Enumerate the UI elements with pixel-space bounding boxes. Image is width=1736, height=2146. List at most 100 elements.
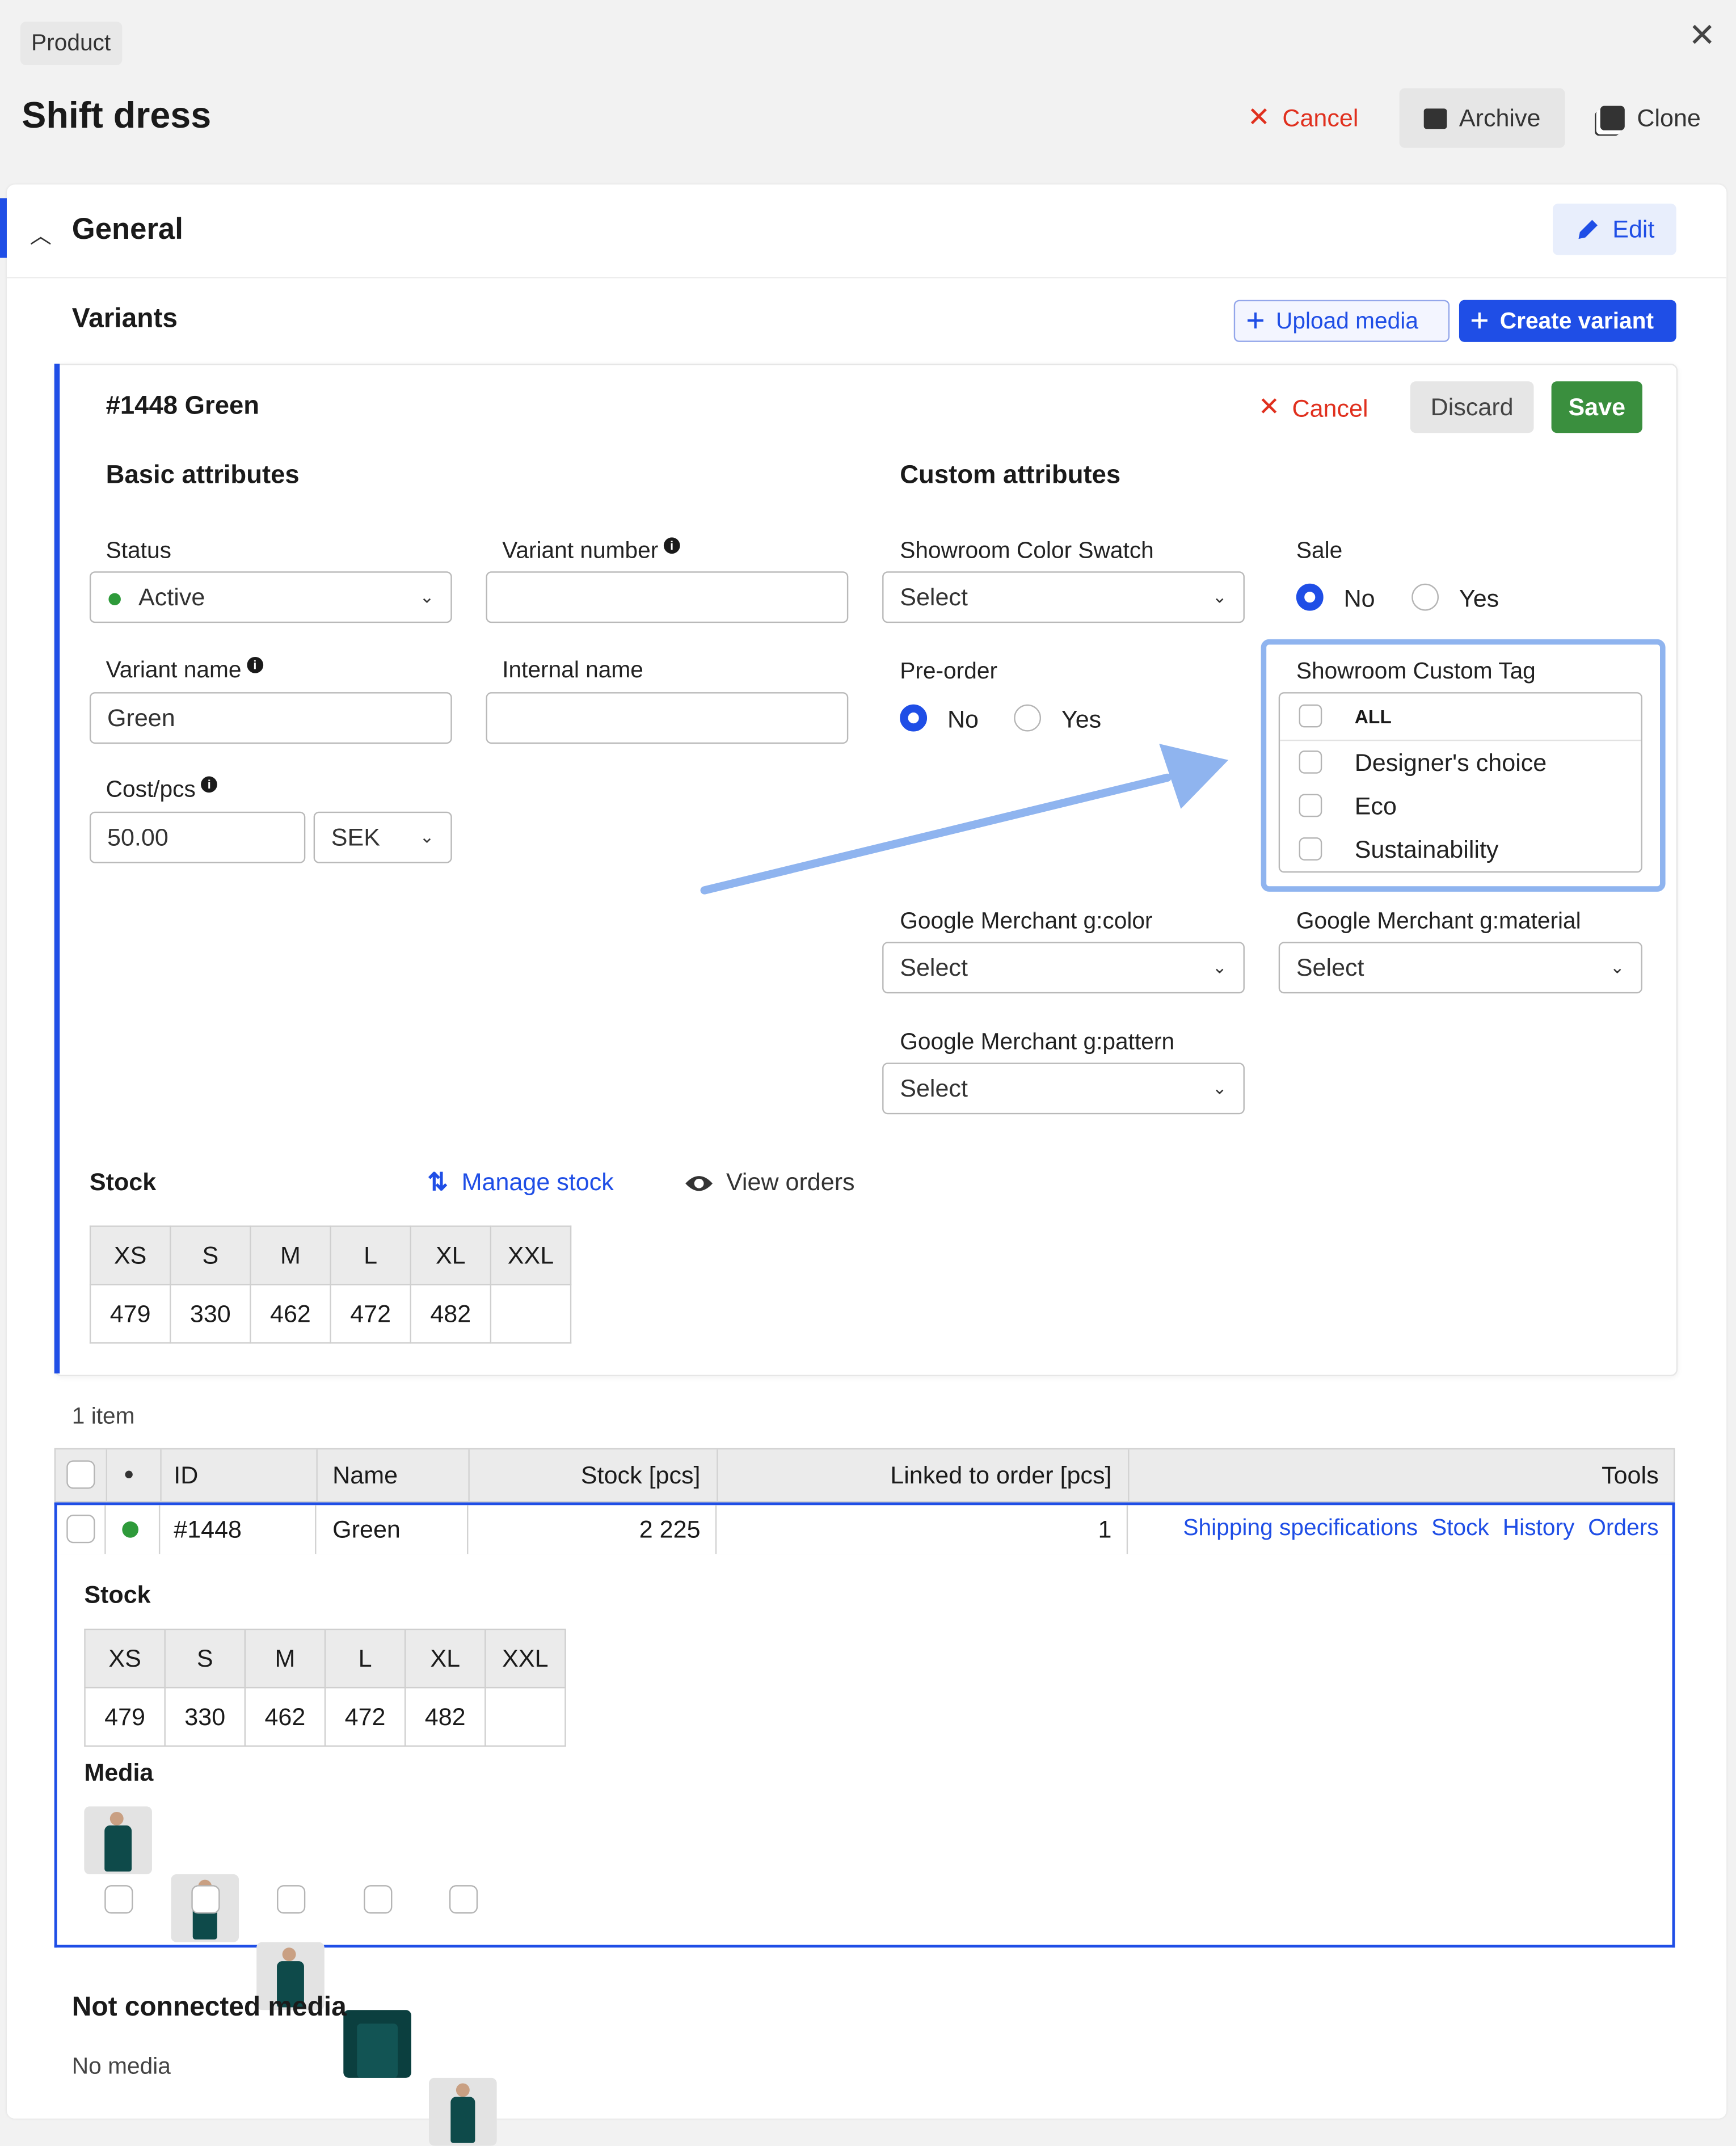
general-section-header[interactable] (6, 184, 1727, 279)
archive-button[interactable]: Archive (1399, 88, 1565, 148)
stock-link[interactable]: Stock (1431, 1515, 1489, 1542)
upload-media-button[interactable]: + Upload media (1233, 300, 1450, 342)
stock-xxl (484, 1687, 566, 1747)
manage-stock-link[interactable]: ⇅ Manage stock (428, 1169, 614, 1197)
status-select[interactable]: Active ⌄ (89, 571, 452, 623)
sale-yes-radio[interactable] (1411, 583, 1439, 611)
variant-number-label: Variant number i (502, 537, 680, 564)
chevron-down-icon: ⌄ (1212, 956, 1227, 977)
header-stock[interactable]: Stock [pcs] (468, 1462, 701, 1490)
size-s: S (170, 1225, 251, 1285)
chevron-up-icon[interactable]: ︿ (30, 217, 52, 250)
divider (1280, 739, 1641, 741)
info-icon[interactable]: i (201, 776, 218, 793)
stock-title: Stock (89, 1168, 157, 1196)
row-checkbox[interactable] (66, 1515, 95, 1544)
media-thumbnail[interactable] (343, 2010, 411, 2078)
close-icon: ✕ (1258, 393, 1280, 423)
view-orders-label: View orders (726, 1168, 855, 1196)
row-name: Green (332, 1516, 401, 1544)
shipping-specifications-link[interactable]: Shipping specifications (1183, 1515, 1418, 1542)
gcolor-select[interactable]: Select ⌄ (882, 942, 1245, 994)
tag-designers-choice-checkbox[interactable] (1299, 751, 1322, 774)
history-link[interactable]: History (1503, 1515, 1575, 1542)
clone-label: Clone (1637, 104, 1701, 132)
tag-all-label: ALL (1354, 706, 1392, 728)
select-all-checkbox[interactable] (66, 1460, 95, 1489)
stock-size-row: XS S M L XL XXL (84, 1628, 566, 1689)
tag-eco-checkbox[interactable] (1299, 794, 1322, 817)
cancel-button[interactable]: ✕ Cancel (1248, 88, 1359, 148)
swatch-value: Select (900, 583, 968, 611)
close-icon: ✕ (1247, 103, 1270, 133)
media-checkbox[interactable] (449, 1885, 478, 1914)
info-icon[interactable]: i (247, 656, 263, 673)
status-value: Active (138, 583, 205, 611)
info-icon[interactable]: i (663, 537, 680, 554)
manage-stock-label: Manage stock (461, 1168, 614, 1196)
plus-icon: + (1246, 302, 1265, 339)
save-button[interactable]: Save (1551, 381, 1642, 433)
variant-cancel-button[interactable]: ✕ Cancel (1258, 380, 1368, 437)
stock-xs: 479 (89, 1284, 171, 1344)
media-checkbox[interactable] (191, 1885, 220, 1914)
discard-button[interactable]: Discard (1410, 381, 1534, 433)
page-title: Shift dress (22, 95, 212, 136)
currency-select[interactable]: SEK ⌄ (313, 811, 452, 863)
variant-name-input[interactable]: Green (89, 692, 452, 744)
media-checkbox[interactable] (277, 1885, 306, 1914)
stock-m: 462 (250, 1284, 331, 1344)
archive-icon (1423, 108, 1447, 129)
preorder-label: Pre-order (900, 658, 998, 684)
preorder-no-radio[interactable] (900, 704, 928, 732)
chevron-down-icon: ⌄ (1609, 956, 1625, 977)
expanded-stock-title: Stock (84, 1581, 151, 1609)
swatch-select[interactable]: Select ⌄ (882, 571, 1245, 623)
basic-attributes-title: Basic attributes (106, 461, 300, 490)
tag-sustainability-checkbox[interactable] (1299, 837, 1322, 861)
size-xl: XL (410, 1225, 492, 1285)
size-s: S (164, 1628, 246, 1689)
edit-button[interactable]: Edit (1553, 203, 1676, 255)
stock-size-row: XS S M L XL XXL (89, 1225, 572, 1285)
orders-link[interactable]: Orders (1588, 1515, 1658, 1542)
header-name[interactable]: Name (332, 1462, 398, 1490)
cancel-label: Cancel (1282, 104, 1359, 132)
close-icon[interactable]: ✕ (1687, 20, 1717, 52)
edit-label: Edit (1612, 215, 1655, 243)
variant-name-label: Variant name i (106, 656, 263, 684)
media-checkbox[interactable] (104, 1885, 133, 1914)
header-linked[interactable]: Linked to order [pcs] (717, 1462, 1111, 1490)
gpattern-select[interactable]: Select ⌄ (882, 1063, 1245, 1115)
gmaterial-label: Google Merchant g:material (1296, 908, 1581, 934)
view-orders-link[interactable]: View orders (684, 1169, 855, 1197)
size-xxl: XXL (490, 1225, 572, 1285)
size-xl: XL (404, 1628, 486, 1689)
archive-label: Archive (1459, 104, 1541, 132)
variant-number-label-text: Variant number (502, 537, 659, 563)
clone-button[interactable]: Clone (1600, 88, 1701, 148)
sale-yes-label: Yes (1459, 585, 1499, 613)
row-stock: 2 225 (639, 1516, 701, 1544)
variant-cancel-label: Cancel (1292, 395, 1368, 423)
media-thumbnail[interactable] (84, 1806, 152, 1875)
media-thumbnail[interactable] (429, 2077, 497, 2146)
preorder-yes-radio[interactable] (1014, 704, 1042, 732)
gmaterial-select[interactable]: Select ⌄ (1278, 942, 1642, 994)
gpattern-value: Select (900, 1074, 968, 1102)
stock-l: 472 (324, 1687, 406, 1747)
size-m: M (244, 1628, 326, 1689)
variant-number-input[interactable] (486, 571, 849, 623)
breadcrumb-tag: Product (20, 22, 122, 65)
stock-value-row: 479 330 462 472 482 (89, 1284, 572, 1344)
card-accent (54, 364, 60, 1374)
size-xxl: XXL (484, 1628, 566, 1689)
header-id[interactable]: ID (174, 1462, 198, 1490)
create-variant-button[interactable]: + Create variant (1459, 300, 1676, 342)
tag-all-checkbox[interactable] (1299, 704, 1322, 728)
eye-icon (685, 1175, 713, 1191)
media-checkbox[interactable] (364, 1885, 393, 1914)
cost-input[interactable]: 50.00 (89, 811, 306, 863)
sale-no-radio[interactable] (1296, 583, 1324, 611)
variant-card-title: #1448 Green (106, 392, 260, 421)
